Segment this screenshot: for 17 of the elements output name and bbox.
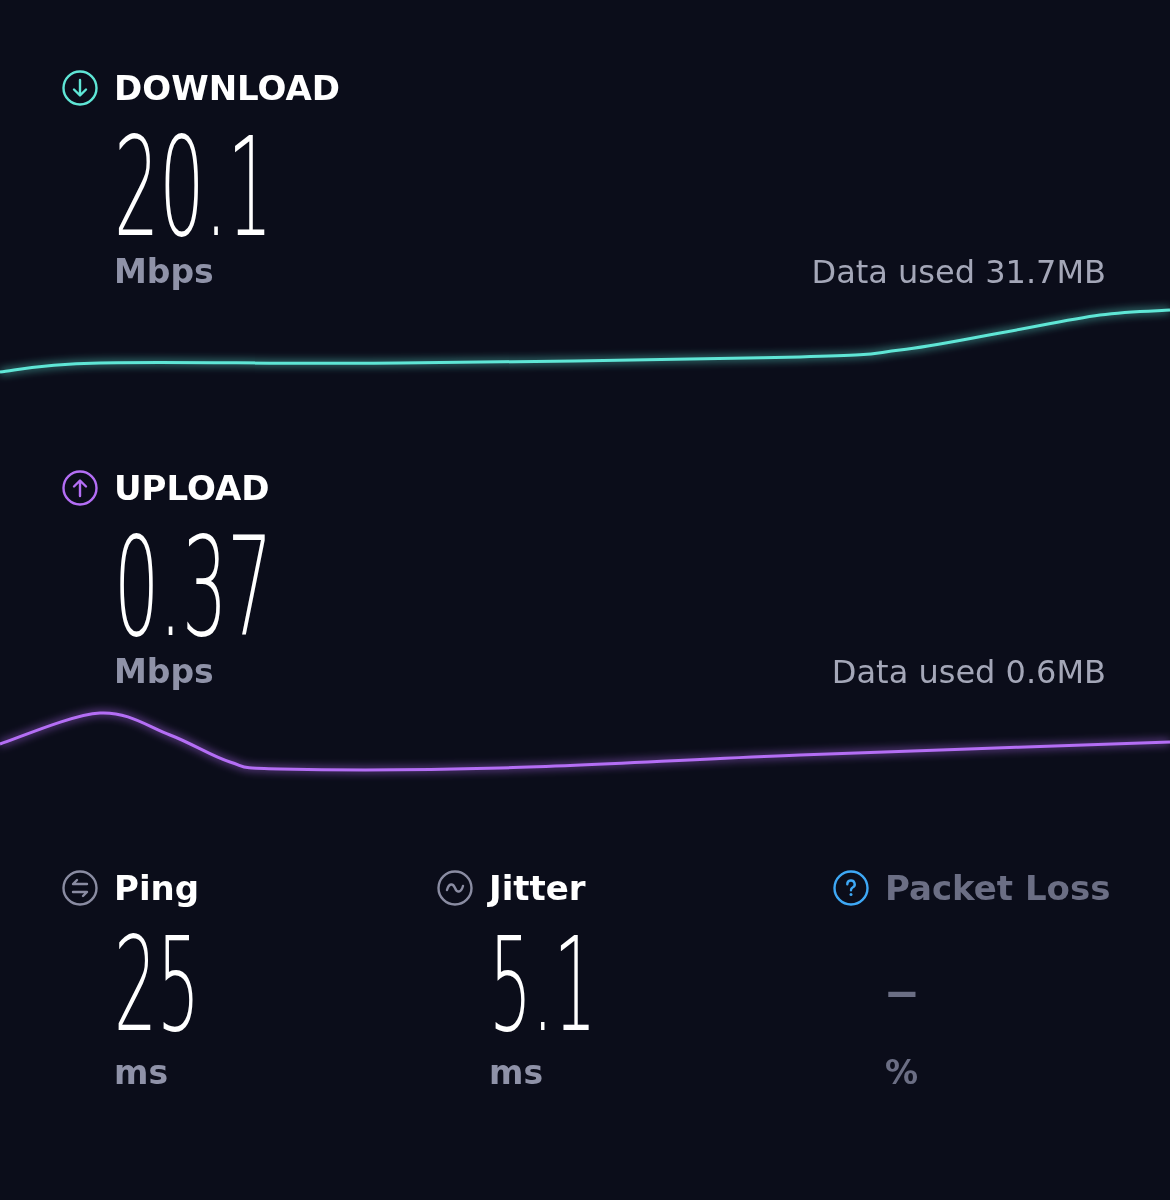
- metric-label: Packet Loss: [885, 870, 1111, 906]
- speed-unit: Mbps: [114, 254, 214, 290]
- metric-label: Jitter: [489, 870, 586, 906]
- metric-value: 25: [114, 933, 200, 1038]
- metric-unit: ms: [114, 1055, 169, 1091]
- metric-unit: ms: [489, 1055, 544, 1091]
- test-label: DOWNLOAD: [114, 70, 341, 106]
- speed-value: 20.1: [114, 133, 273, 243]
- metric-value: 5.1: [489, 933, 597, 1038]
- metric-value: –: [885, 933, 919, 1038]
- metric-unit: %: [885, 1055, 919, 1091]
- test-label: UPLOAD: [114, 470, 270, 506]
- speed-unit: Mbps: [114, 654, 214, 690]
- speed-value: 0.37: [114, 533, 273, 643]
- data-used-text: Data used 31.7MB: [811, 254, 1106, 290]
- metric-label: Ping: [114, 870, 200, 906]
- data-used-text: Data used 0.6MB: [831, 654, 1106, 690]
